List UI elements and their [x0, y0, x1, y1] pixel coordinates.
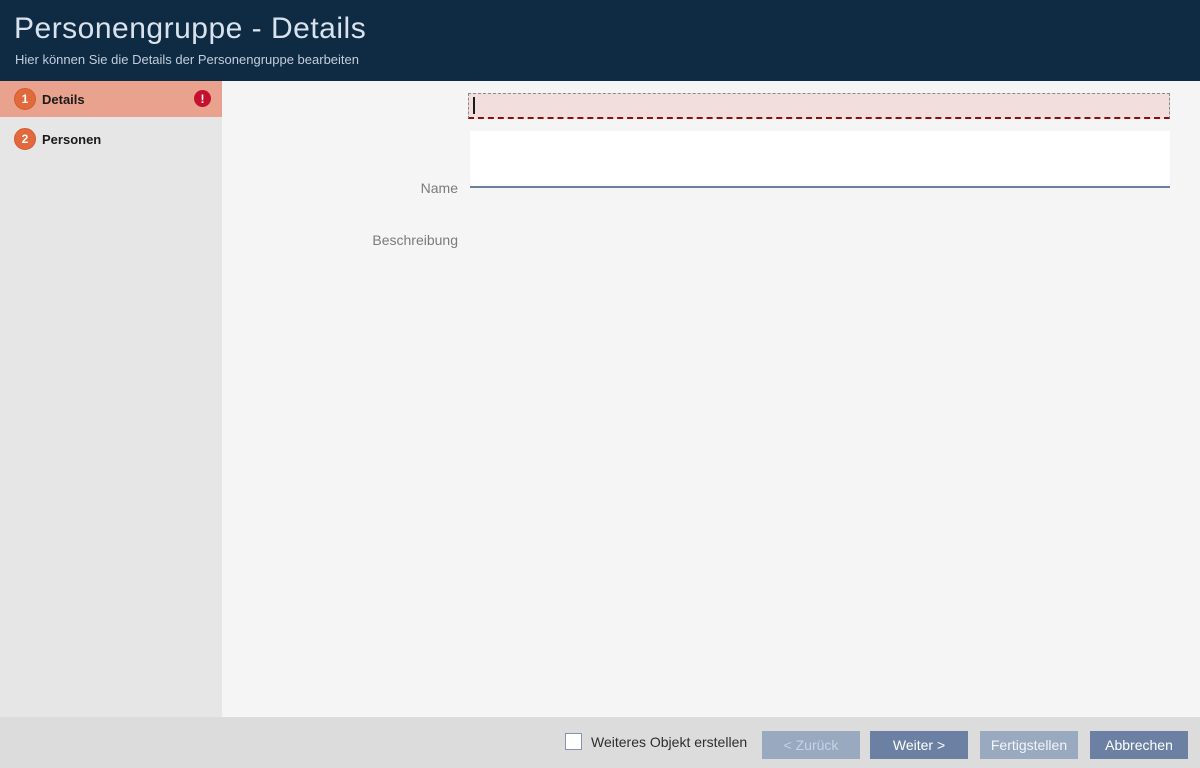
finish-button[interactable]: Fertigstellen: [980, 731, 1078, 759]
create-another-label: Weiteres Objekt erstellen: [591, 734, 747, 750]
wizard-header: Personengruppe - Details Hier können Sie…: [0, 0, 1200, 81]
step-number-badge: 2: [14, 128, 36, 150]
page-subtitle: Hier können Sie die Details der Personen…: [15, 52, 359, 67]
wizard-step-sidebar: 1 Details ! 2 Personen: [0, 81, 222, 717]
name-input[interactable]: [468, 93, 1170, 119]
wizard-window: Personengruppe - Details Hier können Sie…: [0, 0, 1200, 768]
next-button[interactable]: Weiter >: [870, 731, 968, 759]
step-label: Details: [42, 92, 85, 107]
wizard-footer: Weiteres Objekt erstellen < Zurück Weite…: [0, 717, 1200, 768]
description-field-label: Beschreibung: [228, 232, 458, 248]
details-form: Name Beschreibung: [222, 81, 1200, 717]
text-caret: [473, 97, 475, 114]
cancel-button[interactable]: Abbrechen: [1090, 731, 1188, 759]
description-textarea[interactable]: [470, 131, 1170, 188]
page-title: Personengruppe - Details: [14, 12, 366, 46]
step-label: Personen: [42, 132, 101, 147]
name-field-label: Name: [228, 180, 458, 196]
create-another-checkbox[interactable]: [565, 733, 582, 750]
step-item-details[interactable]: 1 Details !: [0, 81, 222, 117]
back-button[interactable]: < Zurück: [762, 731, 860, 759]
step-number-badge: 1: [14, 88, 36, 110]
error-icon: !: [194, 90, 211, 107]
step-item-personen[interactable]: 2 Personen: [0, 117, 222, 161]
